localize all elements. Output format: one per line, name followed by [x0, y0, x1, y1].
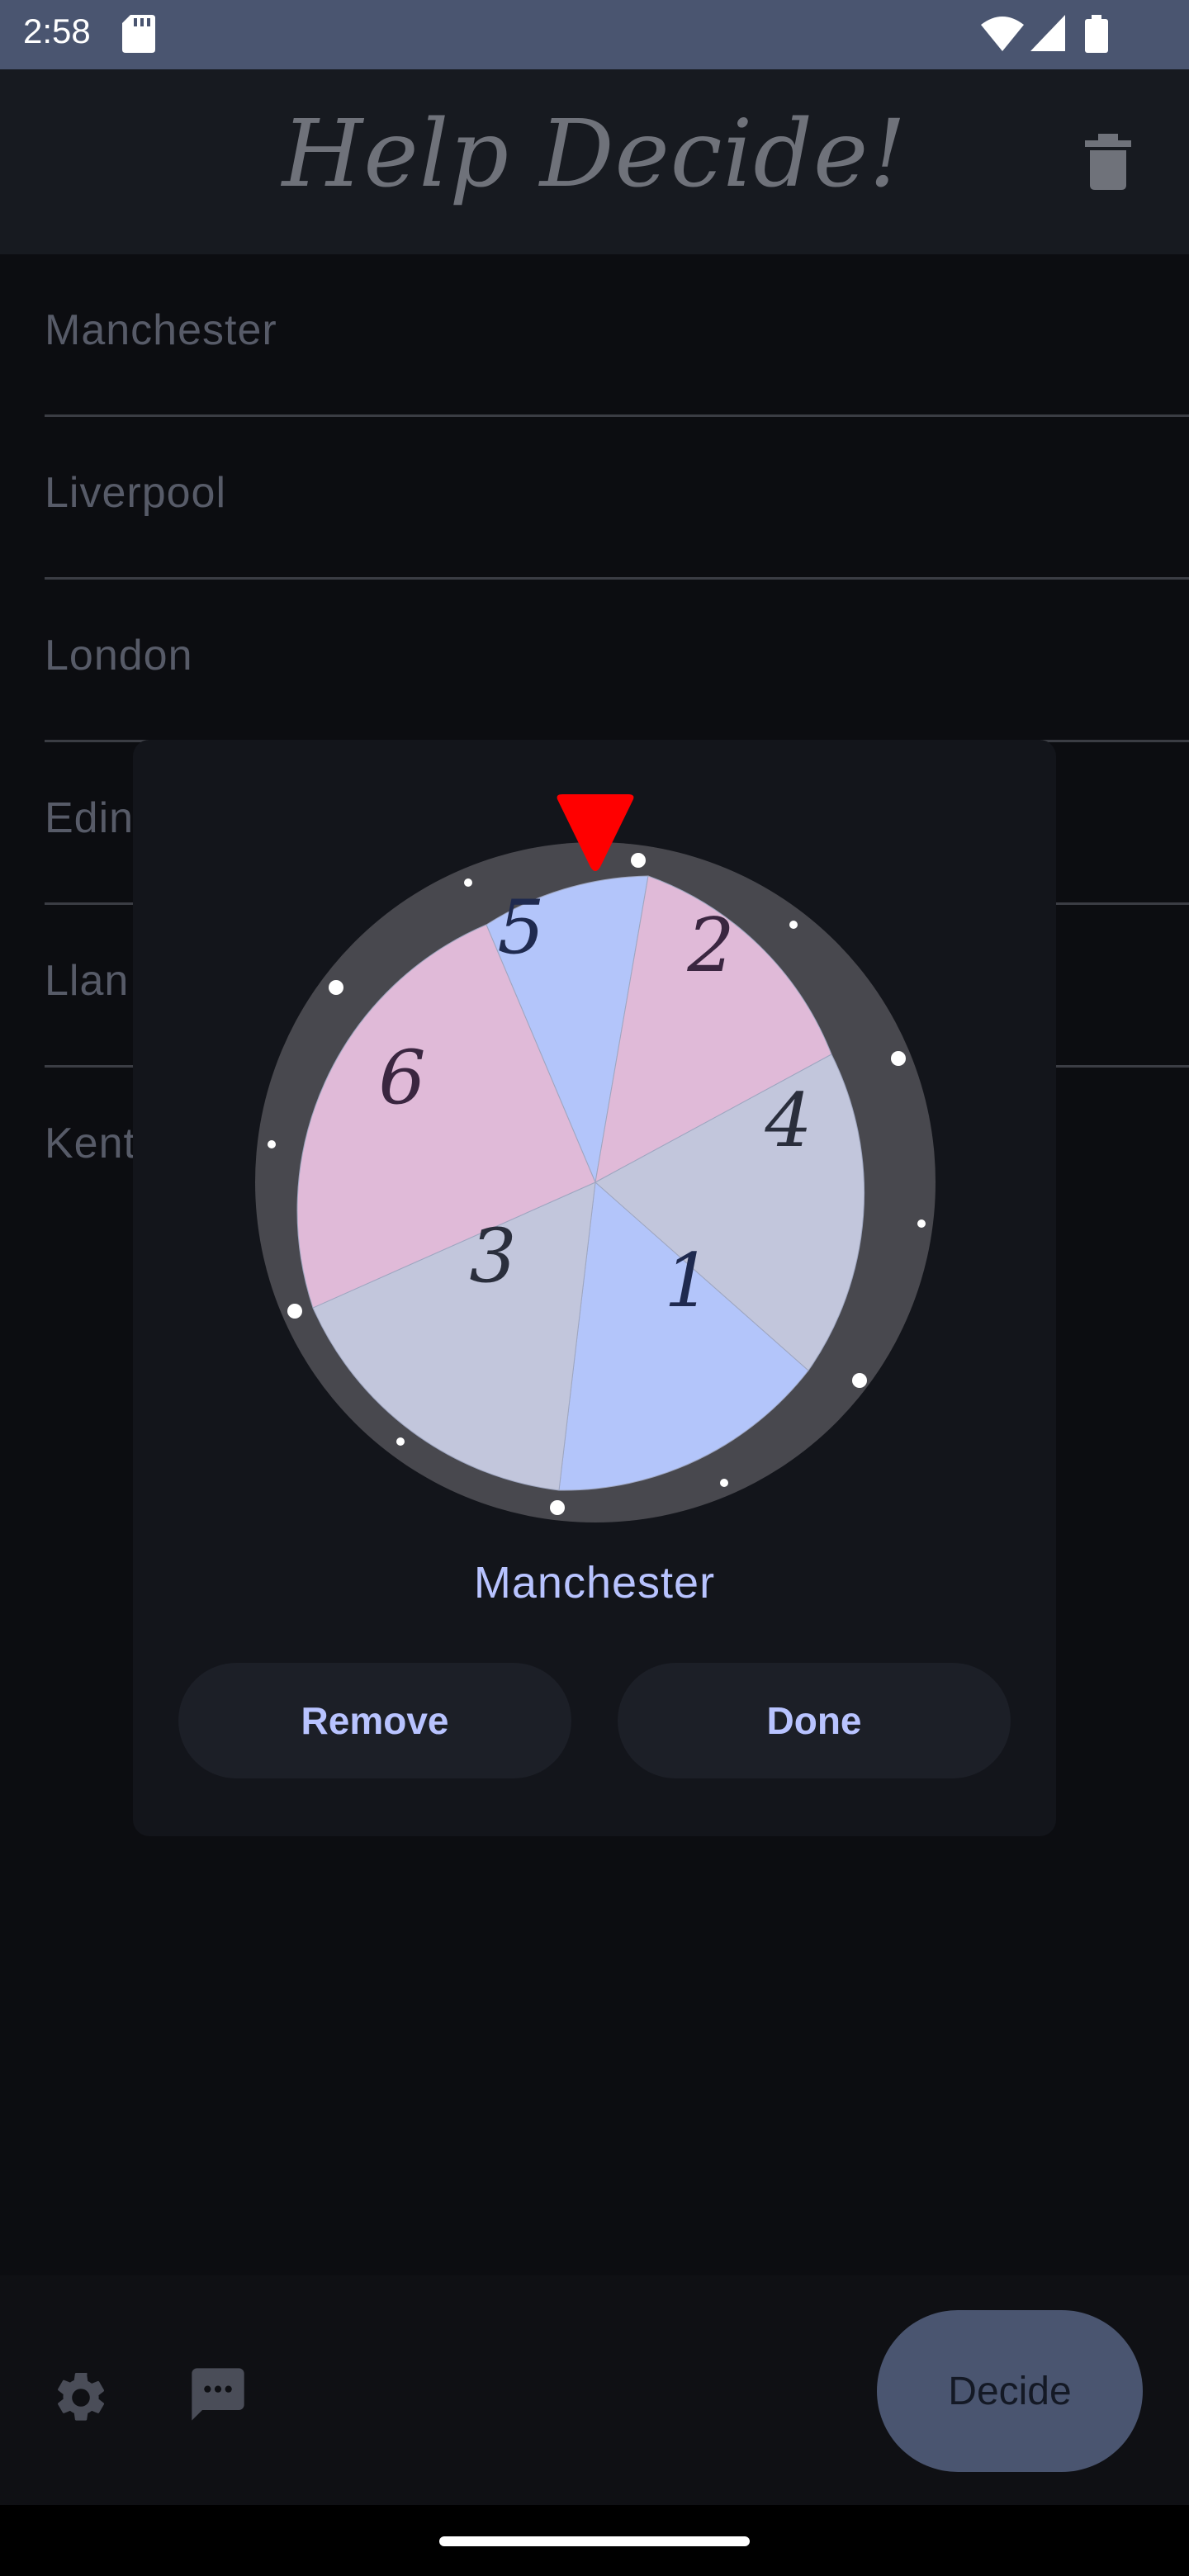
done-button[interactable]: Done: [618, 1663, 1011, 1778]
list-item-label: Edin: [45, 794, 135, 842]
bottom-bar: Decide: [0, 2275, 1189, 2505]
list-item[interactable]: Manchester: [45, 254, 1189, 417]
app-title: Help Decide!: [282, 101, 907, 208]
rim-dot: [287, 1304, 302, 1319]
wifi-icon: [981, 17, 1024, 51]
rim-dot: [720, 1479, 728, 1487]
wheel-label: 2: [686, 902, 734, 989]
result-label: Manchester: [473, 1558, 716, 1608]
list-item-label: Kent: [45, 1120, 136, 1167]
rim-dot: [789, 921, 798, 929]
rim-dot: [852, 1373, 867, 1388]
list-item[interactable]: Liverpool: [45, 417, 1189, 580]
sd-card-icon: [122, 15, 155, 53]
wheel-label: 4: [764, 1077, 812, 1164]
wheel-label: 6: [378, 1035, 425, 1121]
remove-button[interactable]: Remove: [178, 1663, 571, 1778]
gear-icon[interactable]: [51, 2368, 111, 2427]
wheel-label: 1: [664, 1238, 711, 1324]
spin-wheel[interactable]: 5 2 4 1 3 6: [249, 763, 942, 1522]
rim-dot: [268, 1140, 276, 1148]
wheel-label: 3: [469, 1213, 516, 1300]
app-bar: Help Decide!: [0, 69, 1189, 254]
home-gesture-bar[interactable]: [439, 2536, 750, 2546]
wheel-label: 5: [497, 884, 544, 971]
status-bar: 2:58: [0, 0, 1189, 69]
rim-dot: [631, 853, 646, 868]
rim-dot: [917, 1219, 926, 1228]
rim-dot: [550, 1500, 565, 1515]
rim-dot: [464, 878, 472, 887]
list-item-label: Manchester: [45, 306, 277, 354]
list-item-label: Llan: [45, 957, 130, 1005]
list-item[interactable]: London: [45, 580, 1189, 742]
list-item-label: London: [45, 632, 193, 680]
rim-dot: [396, 1437, 405, 1446]
rim-dot: [891, 1051, 906, 1066]
navigation-bar: [0, 2505, 1189, 2576]
trash-icon[interactable]: [1083, 134, 1133, 190]
chat-icon[interactable]: [187, 2363, 249, 2426]
rim-dot: [329, 980, 343, 995]
status-time: 2:58: [23, 12, 91, 50]
decide-button[interactable]: Decide: [877, 2310, 1143, 2472]
spin-wheel-dialog: 5 2 4 1 3 6 Manchester Remove Done: [133, 740, 1056, 1836]
battery-icon: [1085, 15, 1108, 53]
signal-icon: [1030, 15, 1065, 51]
list-item-label: Liverpool: [45, 469, 227, 517]
